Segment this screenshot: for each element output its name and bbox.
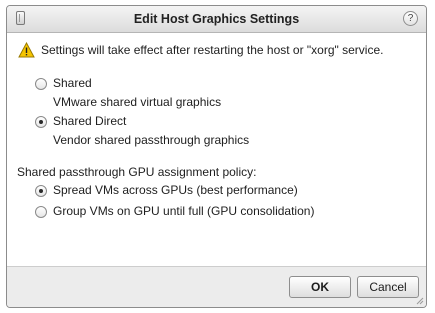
warning-message: Settings will take effect after restarti… [18,41,383,59]
radio-group-vms-label[interactable]: Group VMs on GPU until full (GPU consoli… [53,204,314,218]
radio-spread-vms-label[interactable]: Spread VMs across GPUs (best performance… [53,183,298,197]
cancel-button[interactable]: Cancel [357,276,419,298]
radio-shared[interactable] [35,78,47,90]
shared-description: VMware shared virtual graphics [53,95,222,109]
shared-direct-description: Vendor shared passthrough graphics [53,133,250,147]
ok-button[interactable]: OK [289,276,351,298]
help-button[interactable]: ? [403,11,418,26]
radio-group-vms[interactable] [35,206,47,218]
resize-grip-icon[interactable] [416,297,424,305]
assignment-policy-heading: Shared passthrough GPU assignment policy… [17,165,257,179]
warning-triangle-icon [18,42,35,58]
dialog-titlebar: Edit Host Graphics Settings ? [7,6,426,33]
warning-text: Settings will take effect after restarti… [41,43,384,57]
radio-spread-vms[interactable] [35,185,47,197]
edit-host-graphics-dialog: Edit Host Graphics Settings ? Settings w… [6,5,427,308]
radio-shared-label[interactable]: Shared [53,76,92,90]
radio-shared-direct-label[interactable]: Shared Direct [53,114,126,128]
radio-shared-direct[interactable] [35,116,47,128]
dialog-footer: OK Cancel [7,266,426,307]
dialog-title: Edit Host Graphics Settings [133,12,300,26]
